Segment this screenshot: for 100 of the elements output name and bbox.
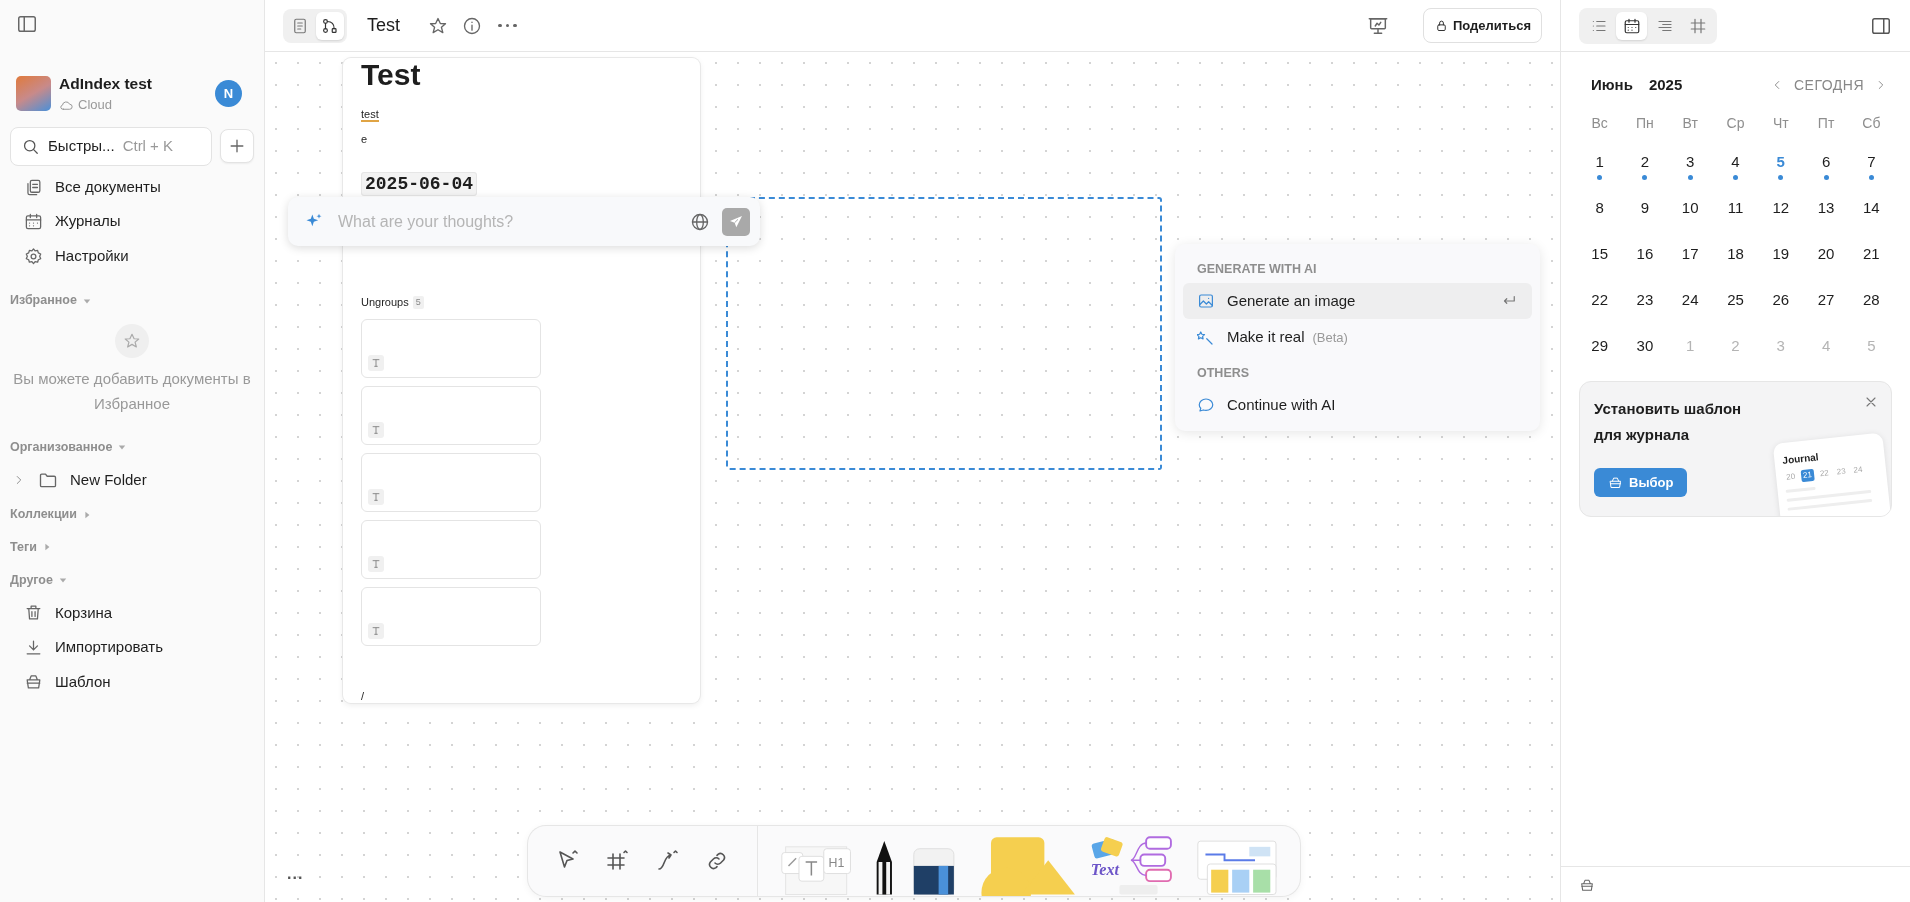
- workspace-name[interactable]: AdIndex test: [59, 72, 207, 96]
- menu-item-label: Make it real: [1227, 327, 1305, 348]
- mindmap-drawing[interactable]: Text: [1086, 832, 1183, 896]
- collapse-caret-icon[interactable]: [82, 296, 91, 305]
- expand-caret-icon[interactable]: [42, 543, 51, 552]
- send-button[interactable]: [722, 207, 750, 236]
- year-label[interactable]: 2025: [1648, 74, 1683, 97]
- calendar-day[interactable]: 24: [1681, 290, 1699, 309]
- today-button[interactable]: СЕГОДНЯ: [1793, 74, 1864, 96]
- more-options-button[interactable]: ...: [287, 862, 304, 886]
- calendar-day[interactable]: 10: [1681, 198, 1699, 217]
- text-type-icon: [368, 354, 384, 371]
- storage-label: Cloud: [78, 96, 112, 115]
- chat-bubble-icon: [1197, 395, 1215, 414]
- calendar-day[interactable]: 22: [1591, 290, 1608, 309]
- calendar-day[interactable]: 14: [1863, 198, 1880, 217]
- calendar-day[interactable]: 8: [1595, 198, 1604, 217]
- more-icon[interactable]: [496, 23, 519, 28]
- menu-section-title: OTHERS: [1196, 364, 1251, 382]
- workspace-logo: [16, 75, 51, 111]
- trailing-text: /: [361, 688, 365, 704]
- calendar-day[interactable]: 30: [1636, 336, 1654, 355]
- menu-section-title: GENERATE WITH AI: [1196, 261, 1318, 278]
- calendar-day[interactable]: 20: [1817, 244, 1835, 263]
- ai-prompt-popover[interactable]: What are your thoughts?: [288, 197, 760, 246]
- calendar-day[interactable]: 6: [1821, 152, 1831, 171]
- calendar-tab[interactable]: [1616, 11, 1647, 40]
- collapse-caret-icon[interactable]: [118, 443, 127, 452]
- page-icon[interactable]: [291, 16, 309, 35]
- calendar-day[interactable]: 29: [1591, 336, 1608, 355]
- info-icon[interactable]: [462, 15, 482, 36]
- preview-title: Journal: [1781, 449, 1820, 468]
- nav-item[interactable]: Корзина: [10, 595, 254, 630]
- calendar-day[interactable]: 25: [1727, 290, 1744, 309]
- menu-item[interactable]: Generate an image: [1183, 282, 1532, 320]
- user-avatar[interactable]: N: [215, 79, 242, 107]
- quick-search-button[interactable]: Быстры... Ctrl + K: [10, 126, 212, 166]
- new-document-button[interactable]: [220, 128, 254, 163]
- beta-label: (Beta): [1312, 328, 1348, 347]
- calendar-day[interactable]: 19: [1772, 244, 1790, 263]
- nav-item[interactable]: Журналы: [10, 204, 254, 239]
- calendar-day[interactable]: 12: [1772, 198, 1790, 217]
- search-label: Быстры...: [48, 136, 115, 156]
- preview-day: 24: [1850, 463, 1866, 477]
- heading-label: H1: [828, 855, 844, 870]
- document-title[interactable]: Test: [367, 12, 400, 39]
- text-type-icon: [368, 421, 384, 438]
- weekday-label: Сб: [1861, 113, 1882, 133]
- share-button[interactable]: Поделиться: [1422, 8, 1542, 43]
- nav-item[interactable]: Все документы: [10, 169, 254, 205]
- nav-item[interactable]: Импортировать: [10, 630, 254, 665]
- calendar-day[interactable]: 23: [1636, 290, 1654, 309]
- nav-item[interactable]: Настройки: [10, 238, 254, 274]
- calendar-day[interactable]: 11: [1727, 198, 1744, 217]
- month-label[interactable]: Июнь: [1591, 74, 1633, 97]
- ai-prompt-field[interactable]: What are your thoughts?: [336, 208, 678, 235]
- edgeless-mode-tab[interactable]: [316, 11, 344, 40]
- calendar-day[interactable]: 3: [1686, 152, 1695, 171]
- calendar-day[interactable]: 2: [1640, 152, 1650, 171]
- weekday-label: Вс: [1590, 113, 1609, 133]
- calendar-day[interactable]: 9: [1640, 198, 1650, 217]
- calendar-day[interactable]: 16: [1636, 244, 1654, 263]
- choose-template-button[interactable]: Выбор: [1594, 467, 1688, 497]
- collapse-caret-icon[interactable]: [58, 576, 67, 585]
- preview-day: 20: [1783, 470, 1798, 484]
- calendar-day[interactable]: 5: [1776, 152, 1785, 171]
- menu-item[interactable]: Continue with AI: [1183, 386, 1532, 423]
- promo-title: Установить шаблон для журнала: [1594, 398, 1743, 445]
- globe-icon[interactable]: [690, 211, 710, 232]
- calendar-day[interactable]: 26: [1772, 290, 1790, 309]
- text-type-icon: [368, 488, 384, 505]
- menu-item[interactable]: Make it real (Beta): [1183, 319, 1532, 356]
- calendar-day[interactable]: 1: [1595, 152, 1604, 171]
- text-type-icon: [368, 555, 384, 572]
- favorite-icon[interactable]: [428, 15, 448, 36]
- basket-icon[interactable]: [1608, 474, 1623, 490]
- document-heading: Test: [361, 58, 422, 91]
- calendar-day[interactable]: 28: [1863, 290, 1880, 309]
- expand-caret-icon[interactable]: [82, 510, 91, 519]
- sidebar-toggle-icon[interactable]: [16, 13, 38, 35]
- weekday-label: Ср: [1725, 113, 1746, 133]
- nodes-icon[interactable]: [321, 16, 339, 35]
- wand-icon: [1197, 328, 1215, 347]
- calendar-day[interactable]: 13: [1817, 198, 1835, 217]
- calendar-day[interactable]: 17: [1681, 244, 1699, 263]
- calendar-day[interactable]: 21: [1863, 244, 1880, 263]
- calendar-day[interactable]: 7: [1867, 152, 1876, 171]
- calendar-day[interactable]: 27: [1817, 290, 1835, 309]
- calendar-icon: [24, 212, 43, 231]
- calendar-day[interactable]: 18: [1727, 244, 1744, 263]
- calendar-icon[interactable]: [1622, 16, 1641, 35]
- preview-day: 22: [1817, 466, 1832, 480]
- text-type-icon: [368, 622, 384, 639]
- weekday-label: Пт: [1816, 113, 1836, 133]
- nav-item[interactable]: Шаблон: [10, 664, 254, 699]
- calendar-day[interactable]: 15: [1591, 244, 1608, 263]
- group-count: 5: [412, 295, 424, 309]
- folder-item[interactable]: New Folder: [10, 462, 254, 498]
- hash-icon[interactable]: [1688, 16, 1707, 35]
- calendar-day[interactable]: 4: [1731, 152, 1740, 171]
